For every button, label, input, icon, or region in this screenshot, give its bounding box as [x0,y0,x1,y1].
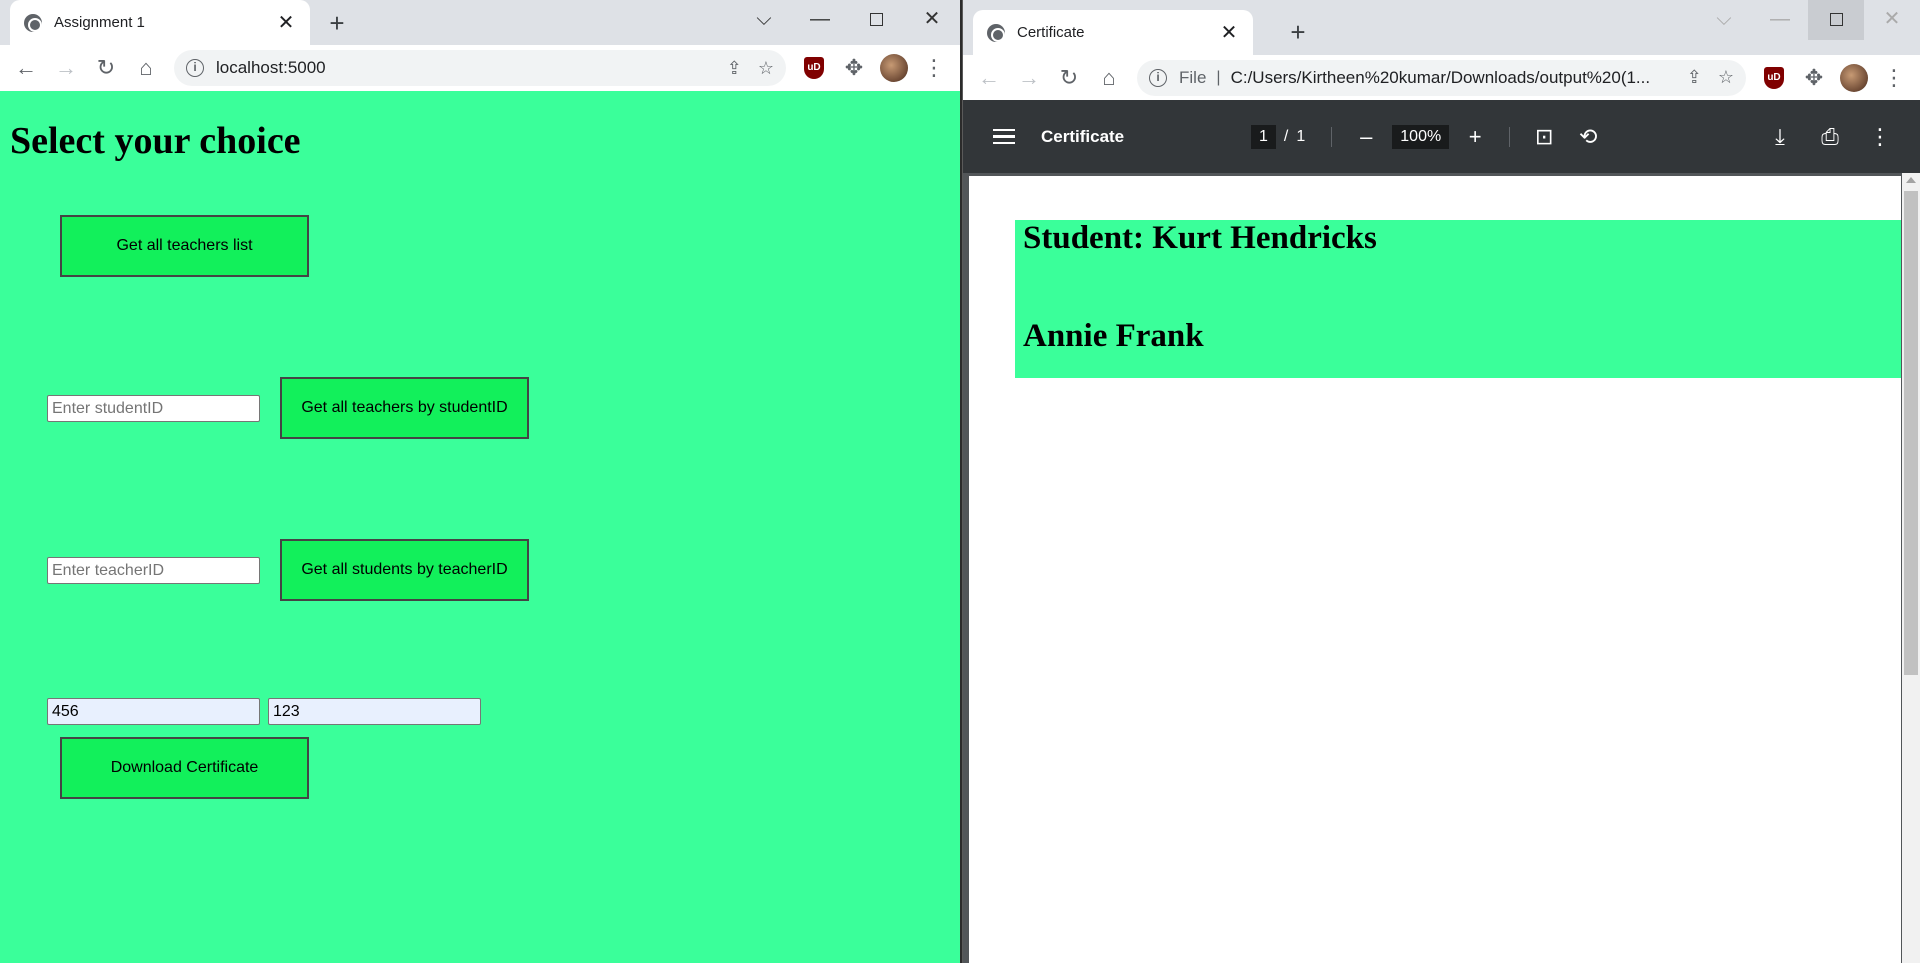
browser-menu-icon[interactable]: ⋮ [914,48,954,88]
tab-close-icon[interactable]: ✕ [276,13,296,33]
certificate-block: Student: Kurt Hendricks Annie Frank [1015,220,1901,378]
get-teachers-by-student-button[interactable]: Get all teachers by studentID [280,377,529,439]
page-number-input[interactable]: 1 [1251,124,1276,149]
minimize-button[interactable]: — [792,0,848,40]
share-icon[interactable]: ⇪ [1687,67,1702,88]
download-icon[interactable]: ⤓ [1762,124,1798,150]
browser-toolbar: ← → ↻ ⌂ i localhost:5000 ⇪ ☆ uD ✥ ⋮ [0,45,960,91]
tab-search-icon[interactable]: ⌵ [1696,0,1752,40]
certificate-student-id-input[interactable] [47,698,260,725]
tab-certificate[interactable]: Certificate ✕ [973,10,1253,55]
get-students-by-teacher-button[interactable]: Get all students by teacherID [280,539,529,601]
vertical-scrollbar[interactable] [1902,173,1920,963]
pdf-viewer-area: Student: Kurt Hendricks Annie Frank [963,173,1920,963]
ublock-icon[interactable]: uD [1754,58,1794,98]
zoom-in-button[interactable]: + [1457,124,1493,150]
globe-icon [987,23,1005,42]
scroll-up-icon[interactable] [1906,177,1916,183]
window-controls: ⌵ — ✕ [736,0,960,40]
print-icon[interactable]: ⎙ [1812,124,1848,150]
home-icon[interactable]: ⌂ [1089,58,1129,98]
certificate-student-line: Student: Kurt Hendricks [1023,220,1377,256]
tab-strip: Certificate ✕ + ⌵ — ✕ [963,0,1920,55]
address-bar[interactable]: i localhost:5000 ⇪ ☆ [174,50,786,86]
globe-icon [24,13,42,32]
page-heading: Select your choice [10,120,301,162]
get-all-teachers-button[interactable]: Get all teachers list [60,215,309,277]
new-tab-button[interactable]: + [1285,19,1311,45]
more-options-icon[interactable]: ⋮ [1862,124,1898,150]
download-certificate-button[interactable]: Download Certificate [60,737,309,799]
pdf-page: Student: Kurt Hendricks Annie Frank [969,176,1901,963]
toolbar-divider [1331,126,1333,147]
scheme-divider: | [1216,68,1221,86]
home-icon[interactable]: ⌂ [126,48,166,88]
new-tab-button[interactable]: + [324,10,350,36]
maximize-button[interactable] [848,0,904,40]
zoom-out-button[interactable]: – [1348,124,1384,150]
profile-avatar[interactable] [1834,58,1874,98]
tab-title: Assignment 1 [54,14,145,31]
tab-search-icon[interactable]: ⌵ [736,0,792,40]
reload-icon[interactable]: ↻ [86,48,126,88]
file-scheme-label: File [1179,67,1207,87]
left-browser-window: Assignment 1 ✕ + ⌵ — ✕ ← → ↻ ⌂ i localho… [0,0,960,963]
bookmark-star-icon[interactable]: ☆ [758,58,774,79]
scrollbar-thumb[interactable] [1904,191,1918,675]
reload-icon[interactable]: ↻ [1049,58,1089,98]
close-window-button[interactable]: ✕ [904,0,960,40]
fit-to-page-icon[interactable]: ⊡ [1526,124,1562,150]
site-info-icon[interactable]: i [186,59,204,77]
maximize-button[interactable] [1808,0,1864,40]
pdf-title: Certificate [1041,126,1125,146]
rotate-icon[interactable]: ⟲ [1570,124,1606,150]
extensions-puzzle-icon[interactable]: ✥ [834,48,874,88]
page-total: 1 [1296,127,1306,145]
hamburger-menu-icon[interactable] [993,125,1015,149]
tab-strip: Assignment 1 ✕ + ⌵ — ✕ [0,0,960,45]
tab-assignment[interactable]: Assignment 1 ✕ [10,0,310,45]
toolbar-divider [1509,126,1511,147]
certificate-teacher-id-input[interactable] [268,698,481,725]
tab-close-icon[interactable]: ✕ [1219,23,1239,43]
pdf-toolbar: Certificate 1 / 1 – 100% + ⊡ ⟲ ⤓ ⎙ ⋮ [963,100,1920,173]
ublock-icon[interactable]: uD [794,48,834,88]
forward-icon[interactable]: → [1009,58,1049,98]
tab-title: Certificate [1017,24,1085,41]
student-id-input[interactable] [47,395,260,422]
teacher-id-input[interactable] [47,557,260,584]
address-url: C:/Users/Kirtheen%20kumar/Downloads/outp… [1230,67,1651,87]
right-browser-window: Certificate ✕ + ⌵ — ✕ ← → ↻ ⌂ i File | C… [962,0,1920,963]
profile-avatar[interactable] [874,48,914,88]
extensions-puzzle-icon[interactable]: ✥ [1794,58,1834,98]
window-controls: ⌵ — ✕ [1696,0,1920,40]
zoom-level-input[interactable]: 100% [1392,124,1450,149]
forward-icon[interactable]: → [46,48,86,88]
browser-toolbar: ← → ↻ ⌂ i File | C:/Users/Kirtheen%20kum… [963,55,1920,100]
assignment-page: Select your choice Get all teachers list… [0,91,960,963]
back-icon[interactable]: ← [6,48,46,88]
page-separator: / [1283,127,1289,145]
certificate-teacher-line: Annie Frank [1023,318,1204,354]
address-bar[interactable]: i File | C:/Users/Kirtheen%20kumar/Downl… [1137,59,1746,96]
close-window-button[interactable]: ✕ [1864,0,1920,40]
bookmark-star-icon[interactable]: ☆ [1718,67,1734,88]
share-icon[interactable]: ⇪ [727,58,742,79]
back-icon[interactable]: ← [969,58,1009,98]
site-info-icon[interactable]: i [1149,68,1167,87]
browser-menu-icon[interactable]: ⋮ [1874,58,1914,98]
address-url: localhost:5000 [216,58,326,77]
minimize-button[interactable]: — [1752,0,1808,40]
